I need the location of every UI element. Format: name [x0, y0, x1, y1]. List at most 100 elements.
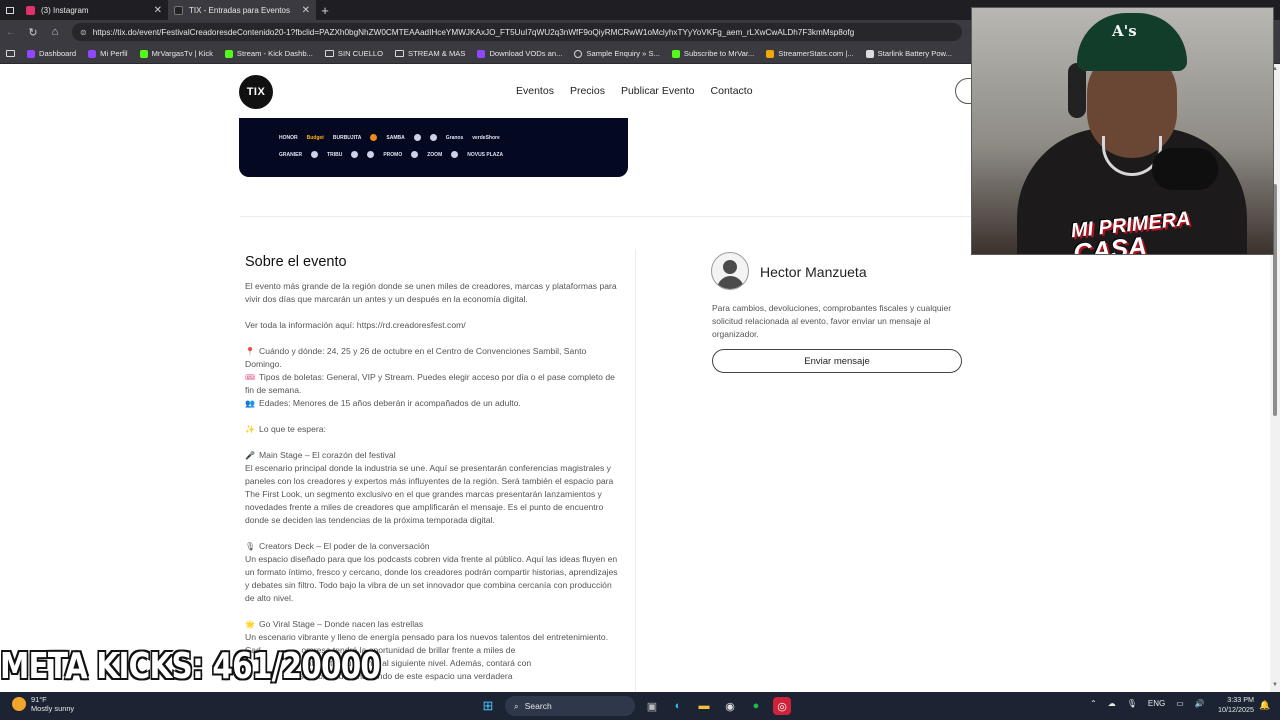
sponsor-logo: HONOR [279, 134, 298, 141]
tix-logo[interactable]: TIX [239, 75, 273, 109]
file-explorer-icon[interactable]: ▬ [695, 697, 713, 715]
weather-widget[interactable]: 91°F Mostly sunny [12, 695, 74, 713]
sun-icon [12, 697, 26, 711]
edge-icon[interactable]: ◐ [669, 697, 687, 715]
recording-app-icon[interactable]: ◎ [773, 697, 791, 715]
tix-favicon-icon [174, 5, 183, 15]
cloud-icon[interactable]: ☁ [1108, 699, 1116, 708]
bookmark-starlink[interactable]: Starlink Battery Pow... [865, 49, 952, 58]
bookmark-sin-cuello[interactable]: SIN CUELLO [324, 49, 383, 58]
volume-icon[interactable]: 🔊 [1195, 699, 1205, 708]
site-info-icon[interactable]: ⊜ [80, 28, 87, 37]
folder-icon [395, 50, 405, 57]
star-icon: 🌟 [245, 620, 255, 629]
tab-tix[interactable]: TIX - Entradas para Eventos ✕ [168, 0, 316, 20]
tray-chevron-icon[interactable]: ⌃ [1090, 699, 1097, 708]
kick-icon [224, 49, 233, 58]
sponsor-logo: Granos [445, 134, 464, 141]
spotify-icon[interactable]: ● [747, 697, 765, 715]
refresh-icon[interactable]: ↻ [22, 26, 44, 39]
nav-eventos[interactable]: Eventos [516, 85, 554, 97]
event-description: Sobre el evento El evento más grande de … [245, 254, 625, 683]
tab-instagram[interactable]: (3) Instagram ✕ [20, 0, 168, 20]
page-icon [865, 49, 874, 58]
sponsor-logo-icon [311, 151, 319, 158]
sponsor-row: GRANIER TRIBU PROMO ZOOM NOVUS PLAZA [279, 151, 503, 158]
sponsor-logo: PROMO [383, 151, 403, 158]
main-stage-section: 🎤 Main Stage – El corazón del festival El… [245, 450, 614, 525]
back-icon[interactable]: ← [0, 26, 22, 38]
url-input[interactable]: ⊜ https://tix.do/event/FestivalCreadores… [72, 23, 962, 41]
nav-contacto[interactable]: Contacto [711, 85, 753, 97]
twitch-icon [88, 49, 97, 58]
taskbar-search[interactable]: ⌕ Search [505, 696, 635, 716]
sponsor-logo-icon [429, 134, 437, 141]
globe-icon [574, 49, 583, 58]
bookmark-kick-dashboard[interactable]: Stream - Kick Dashb... [224, 49, 313, 58]
taskbar-clock[interactable]: 3:33 PM 10/12/2025 [1212, 695, 1254, 715]
bookmark-dashboard[interactable]: Dashboard [27, 49, 76, 58]
scroll-down-icon[interactable]: ▼ [1272, 682, 1278, 688]
column-divider [635, 249, 636, 692]
notification-bell-icon[interactable]: 🔔 [1259, 700, 1270, 711]
sponsor-logo-icon [411, 151, 419, 158]
network-icon[interactable]: ▭ [1176, 699, 1184, 708]
sponsor-logo-icon [413, 134, 421, 141]
close-tab-icon[interactable]: ✕ [302, 5, 310, 16]
home-icon[interactable]: ⌂ [44, 26, 66, 38]
expect-heading: ✨ Lo que te espera: [245, 424, 326, 434]
task-view-icon[interactable]: ▣ [643, 697, 661, 715]
bookmark-mi-perfil[interactable]: Mi Perfil [88, 49, 128, 58]
microphone-icon [1152, 148, 1218, 190]
kick-icon [139, 49, 148, 58]
bookmark-stream-mas[interactable]: STREAM & MAS [395, 49, 465, 58]
chrome-icon[interactable]: ◉ [721, 697, 739, 715]
instagram-icon [26, 5, 35, 15]
webcam-overlay: A's MI PRIMERA CASA [971, 7, 1274, 255]
language-indicator[interactable]: ENG [1148, 699, 1165, 708]
sponsor-logo: SAMBA [386, 134, 405, 141]
sponsor-logo-icon [370, 134, 378, 141]
bookmark-sample-enquiry[interactable]: Sample Enquiry » S... [574, 49, 660, 58]
organizer-description: Para cambios, devoluciones, comprobantes… [712, 303, 952, 339]
microphone-icon: 🎤 [245, 451, 255, 460]
mic-tray-icon[interactable]: 🎙 [1127, 699, 1137, 708]
bookmark-streamerstats[interactable]: StreamerStats.com |... [766, 49, 854, 58]
bookmark-kick[interactable]: MrVargasTv | Kick [139, 49, 213, 58]
sponsor-logo: GRANIER [279, 151, 303, 158]
main-nav: Eventos Precios Publicar Evento Contacto [516, 85, 753, 97]
headphones-icon [1068, 63, 1086, 118]
twitch-icon [27, 49, 35, 58]
event-banner: HONOR Budget BURBUJITA SAMBA Granos verd… [239, 118, 628, 177]
creators-deck-section: 🎙 Creators Deck – El poder de la conversa… [245, 541, 618, 603]
system-tray: ⌃ ☁ 🎙 ENG ▭ 🔊 [1090, 699, 1205, 708]
meta-kicks-overlay: META KICKS: 461/20000 [0, 646, 381, 687]
about-intro: El evento más grande de la región donde … [245, 281, 617, 304]
folder-icon [324, 50, 334, 57]
kick-icon [671, 49, 680, 58]
close-tab-icon[interactable]: ✕ [154, 5, 162, 16]
chart-icon [766, 49, 775, 58]
url-text: https://tix.do/event/FestivalCreadoresde… [92, 27, 855, 37]
windows-start-icon[interactable]: ⊞ [479, 697, 497, 715]
twitch-icon [477, 49, 486, 58]
screen: (3) Instagram ✕ TIX - Entradas para Even… [0, 0, 1280, 720]
sponsor-logo-icon [451, 151, 459, 158]
nav-publicar-evento[interactable]: Publicar Evento [621, 85, 695, 97]
sponsor-logo-icon [351, 151, 359, 158]
bookmarks-menu-icon[interactable] [6, 50, 15, 57]
info-link[interactable]: Ver toda la información aquí: https://rd… [245, 319, 625, 332]
windows-taskbar: 91°F Mostly sunny ⊞ ⌕ Search ▣ ◐ ▬ ◉ ● ◎… [0, 692, 1280, 720]
bookmark-subscribe[interactable]: Subscribe to MrVar... [671, 49, 754, 58]
sponsor-logo: TRIBU [327, 151, 343, 158]
new-tab-icon[interactable]: + [316, 3, 334, 18]
event-details: 📍 Cuándo y dónde: 24, 25 y 26 de octubre … [245, 346, 615, 408]
tab-actions-icon[interactable] [0, 0, 20, 20]
send-message-button[interactable]: Enviar mensaje [712, 349, 962, 373]
nav-precios[interactable]: Precios [570, 85, 605, 97]
about-heading: Sobre el evento [245, 254, 347, 270]
bookmark-download-vods[interactable]: Download VODs an... [477, 49, 562, 58]
sponsor-logo: Budget [306, 134, 324, 141]
person-icon [723, 260, 737, 274]
avatar [711, 252, 749, 290]
